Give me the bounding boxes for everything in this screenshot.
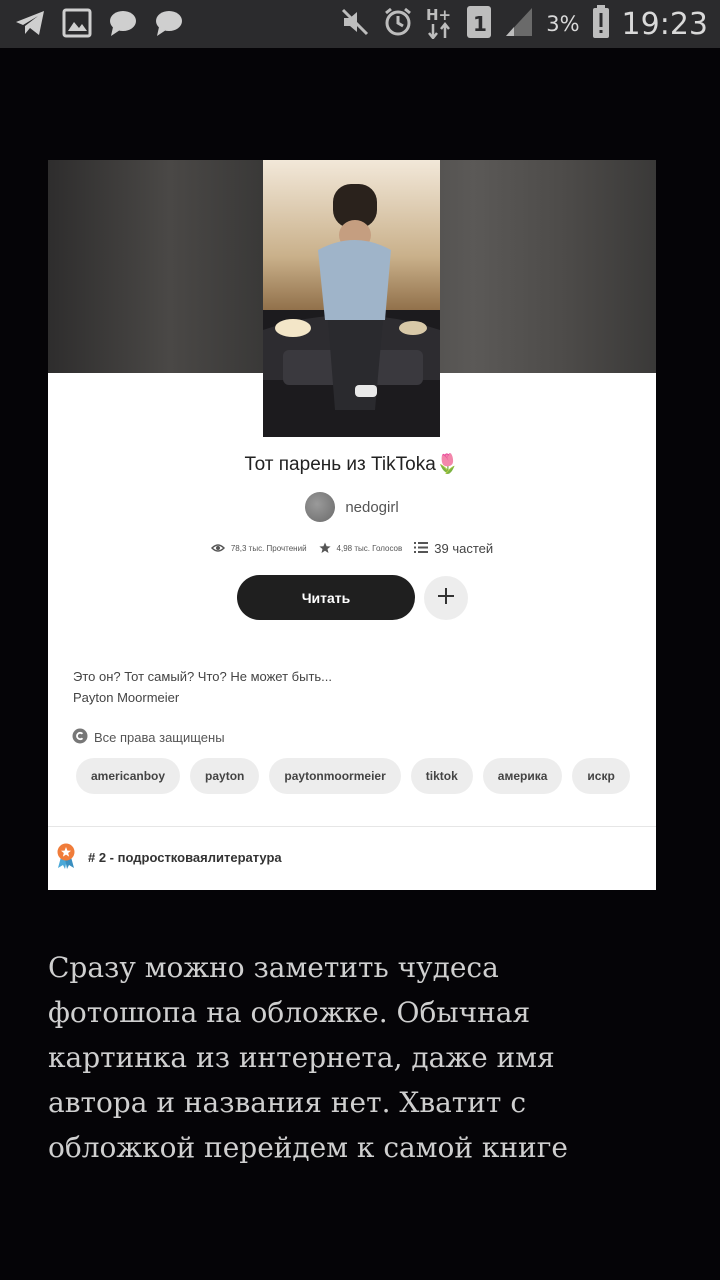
description-line: Payton Moormeier (73, 690, 180, 705)
story-title: Тот парень из TikToka🌷 (48, 452, 656, 476)
caption-line: Сразу можно заметить чудеса (48, 951, 499, 984)
tag-list: americanboy payton paytonmoormeier tikto… (76, 758, 641, 798)
signal-icon (504, 6, 534, 43)
read-button[interactable]: Читать (237, 575, 415, 620)
status-bar-system: H+ 1 3% 19:23 (340, 4, 708, 44)
svg-text:H+: H+ (426, 6, 451, 24)
divider (48, 826, 656, 827)
tag-chip[interactable]: tiktok (410, 758, 473, 794)
votes-count: 4,98 тыс. Голосов (336, 544, 403, 553)
author-row[interactable]: nedogirl (48, 492, 656, 522)
story-description: Это он? Тот самый? Что? Не может быть...… (73, 666, 332, 708)
parts-count: 39 частей (434, 541, 494, 556)
avatar[interactable] (305, 492, 336, 522)
caption-line: картинка из интернета, даже имя (48, 1041, 555, 1074)
copyright-text: Все права защищены (94, 730, 225, 745)
tag-chip[interactable]: payton (190, 758, 260, 794)
tag-chip[interactable]: америка (482, 758, 563, 794)
telegram-icon (14, 8, 46, 43)
list-icon (414, 542, 429, 555)
battery-percent: 3% (546, 12, 580, 36)
caption-line: фотошопа на обложке. Обычная (48, 996, 531, 1029)
caption-line: обложкой перейдем к самой книге (48, 1131, 568, 1164)
star-icon (318, 542, 331, 556)
copyright-row: Все права защищены (72, 728, 225, 747)
tag-chip[interactable]: искр (572, 758, 630, 794)
status-bar: H+ 1 3% 19:23 (0, 0, 720, 48)
tulip-emoji: 🌷 (435, 454, 460, 475)
ranking-badge-icon (56, 843, 76, 872)
clock: 19:23 (621, 6, 708, 42)
ranking-row[interactable]: # 2 - подростковаялитература (56, 843, 282, 872)
reads-count: 78,3 тыс. Прочтений (230, 544, 307, 553)
tag-chip[interactable]: americanboy (76, 758, 181, 794)
status-bar-notifications (14, 8, 184, 43)
plus-icon (437, 587, 455, 610)
alarm-icon (382, 6, 414, 43)
story-stats: 78,3 тыс. Прочтений 4,98 тыс. Голосов 39… (48, 541, 656, 556)
chat-bubble-icon (108, 9, 138, 42)
author-name[interactable]: nedogirl (345, 499, 398, 516)
description-line: Это он? Тот самый? Что? Не может быть... (73, 669, 333, 684)
sim-1-icon: 1 (466, 5, 492, 44)
chat-bubble-icon (154, 9, 184, 42)
svg-text:1: 1 (473, 12, 487, 36)
eye-icon (210, 543, 225, 555)
tag-chip[interactable]: paytonmoormeier (269, 758, 401, 794)
add-to-library-button[interactable] (424, 576, 468, 620)
caption-line: автора и названия нет. Хватит с (48, 1086, 526, 1119)
image-icon (62, 8, 92, 43)
network-h-plus-icon: H+ (426, 5, 454, 44)
copyright-icon (72, 728, 88, 747)
mute-icon (340, 7, 370, 42)
story-screenshot: Тот парень из TikToka🌷 nedogirl 78,3 тыс… (48, 160, 656, 890)
battery-icon (592, 4, 610, 44)
ranking-text: # 2 - подростковаялитература (88, 850, 282, 865)
story-title-text: Тот парень из TikToka (244, 454, 436, 475)
article-caption: Сразу можно заметить чудеса фотошопа на … (48, 945, 678, 1170)
book-cover-image[interactable] (263, 160, 440, 437)
